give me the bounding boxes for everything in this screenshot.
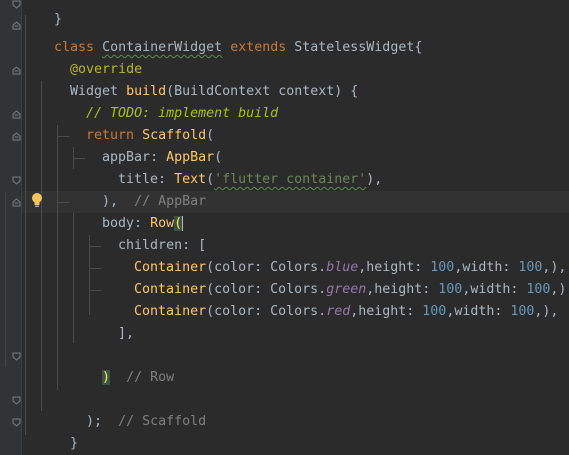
code-editor[interactable]: } class ContainerWidget extends Stateles…: [0, 0, 569, 455]
color-constant: red: [326, 304, 351, 319]
code-line[interactable]: Container(color: Colors.blue,height: 100…: [102, 235, 566, 275]
parent-class: StatelessWidget: [294, 40, 415, 55]
indent-guide: [41, 81, 42, 411]
function-name: Container: [134, 304, 207, 319]
code-line[interactable]: }: [22, 0, 62, 27]
keyword: extends: [230, 40, 287, 55]
number-literal: 100: [422, 304, 447, 319]
code-line[interactable]: class ContainerWidget extends StatelessW…: [22, 15, 422, 55]
code-text: }: [70, 436, 79, 451]
code-text: ,),: [534, 304, 559, 319]
code-line[interactable]: body: Row(: [70, 191, 184, 231]
fold-start-icon[interactable]: [12, 198, 21, 207]
fold-start-icon[interactable]: [12, 21, 21, 30]
code-line[interactable]: appBar: AppBar(: [70, 125, 222, 165]
code-line[interactable]: ],: [86, 301, 134, 341]
indent-guide: [5, 192, 6, 367]
code-line[interactable]: ), // AppBar: [70, 169, 206, 209]
code-line[interactable]: title: Text('flutter container'),: [86, 147, 382, 187]
closing-label-comment: // Row: [126, 370, 175, 385]
closing-label-comment: // Scaffold: [118, 414, 207, 429]
code-text: );: [86, 414, 103, 429]
code-line[interactable]: // TODO: implement build: [54, 81, 278, 121]
string-literal: 'flutter container': [214, 172, 367, 187]
fold-end-icon[interactable]: [12, 396, 21, 405]
code-text: {: [414, 40, 423, 55]
matched-brace: ): [102, 370, 111, 385]
fold-start-icon[interactable]: [12, 66, 21, 75]
code-text: ),: [366, 172, 383, 187]
fold-end-icon[interactable]: [12, 0, 21, 9]
code-line[interactable]: Container(color: Colors.green,height: 10…: [102, 257, 569, 297]
fold-end-icon[interactable]: [12, 352, 21, 361]
code-text: (color: Colors.: [206, 304, 327, 319]
number-literal: 100: [510, 304, 535, 319]
code-line[interactable]: ); // Scaffold: [54, 389, 206, 429]
fold-end-icon[interactable]: [12, 176, 21, 185]
code-line[interactable]: Container(color: Colors.red,height: 100,…: [102, 279, 558, 319]
fold-start-icon[interactable]: [12, 110, 21, 119]
code-line[interactable]: return Scaffold(: [54, 103, 214, 143]
lightbulb-icon[interactable]: [30, 192, 44, 208]
indent-guide: [57, 202, 69, 203]
code-line[interactable]: children: [: [86, 213, 206, 253]
fold-start-icon[interactable]: [12, 132, 21, 141]
code-text: (: [206, 172, 215, 187]
code-text: ,height:: [350, 304, 423, 319]
fold-end-icon[interactable]: [12, 418, 21, 427]
code-line[interactable]: @override: [38, 37, 142, 77]
code-line[interactable]: ) // Row: [70, 345, 174, 385]
code-text: ],: [118, 326, 135, 341]
code-line[interactable]: }: [38, 411, 78, 451]
indent-guide: [89, 290, 101, 291]
code-line[interactable]: Widget build(BuildContext context) {: [38, 59, 358, 99]
code-text: ,width:: [446, 304, 511, 319]
